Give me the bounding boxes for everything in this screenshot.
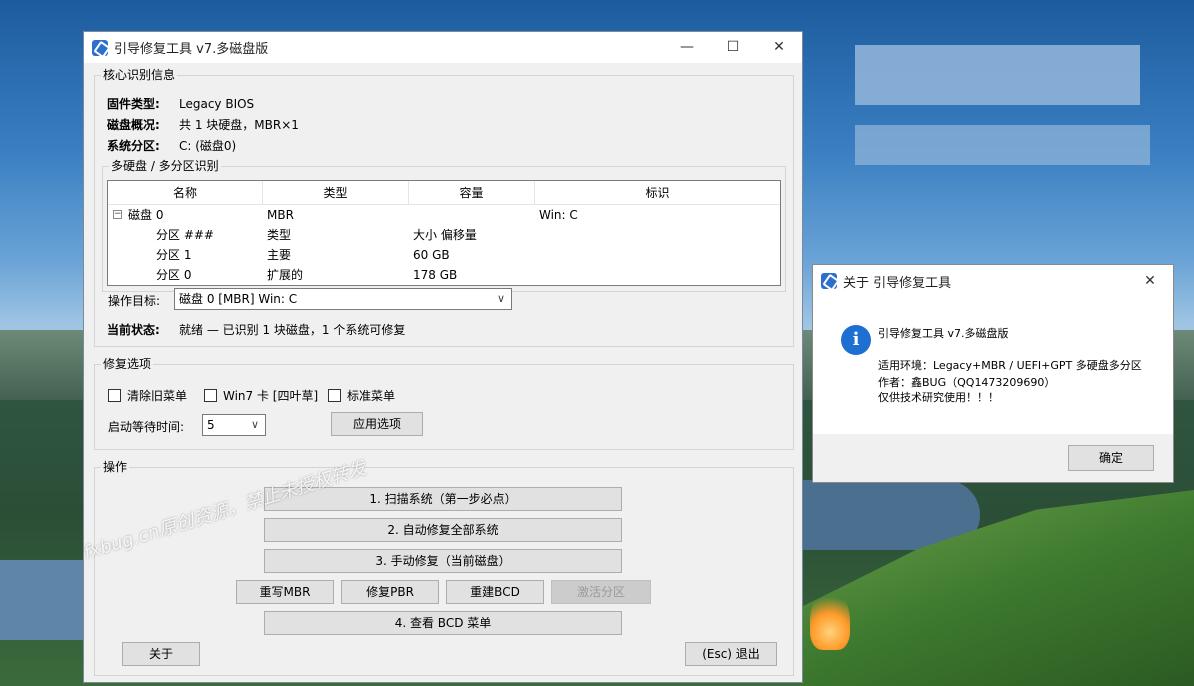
wrench-icon [92,39,108,56]
auto-repair-button[interactable]: 2. 自动修复全部系统 [264,518,622,542]
col-size[interactable]: 容量 [409,181,535,204]
checkbox-label: 清除旧菜单 [127,389,188,403]
row-name: 分区 0 [156,268,192,282]
about-body: i 引导修复工具 v7.多磁盘版 适用环境：Legacy+MBR / UEFI+… [813,297,1173,434]
checkbox-win7[interactable]: Win7 卡 [四叶草] [204,387,318,404]
maximize-button[interactable]: ☐ [710,32,756,63]
chevron-down-icon: ∨ [250,418,259,431]
main-window: 引导修复工具 v7.多磁盘版 — ☐ ✕ 核心识别信息 固件类型: Legacy … [83,31,803,683]
wait-select[interactable]: 5 ∨ [202,414,266,436]
system-value: C: (磁盘0) [179,139,237,153]
background-river [0,560,90,640]
close-button[interactable]: ✕ [756,32,802,63]
apply-options-button[interactable]: 应用选项 [331,412,423,436]
tree-row-disk0[interactable]: − 磁盘 0 MBR Win: C [108,205,780,225]
row-tag: Win: C [539,208,578,222]
rebuild-bcd-button[interactable]: 重建BCD [446,580,544,604]
checkbox-label: 标准菜单 [347,389,396,403]
tree-row-partition-header[interactable]: 分区 ### 类型 大小 偏移量 [108,225,780,245]
row-type: 主要 [267,248,292,262]
row-type: MBR [267,208,294,222]
about-line-env: 适用环境：Legacy+MBR / UEFI+GPT 多硬盘多分区 [878,359,1142,372]
status-label: 当前状态: [107,323,160,337]
target-label: 操作目标: [108,294,161,308]
firmware-value: Legacy BIOS [179,97,255,111]
row-type: 类型 [267,228,292,242]
checkbox-box[interactable] [204,389,217,402]
tree-row-partition-0[interactable]: 分区 0 扩展的 178 GB [108,265,780,285]
about-line-notice: 仅供技术研究使用！！！ [878,391,999,404]
row-size: 大小 偏移量 [413,228,477,242]
main-titlebar: 引导修复工具 v7.多磁盘版 — ☐ ✕ [84,32,802,63]
disk-label: 磁盘概况: [107,118,160,132]
exit-button[interactable]: (Esc) 退出 [685,642,777,666]
background-campfire [810,590,850,650]
disk-value: 共 1 块硬盘，MBR×1 [179,118,299,132]
row-name: 磁盘 0 [128,208,164,222]
pixelated-clock [855,45,1140,105]
firmware-row: 固件类型: Legacy BIOS [107,95,254,112]
about-footer: 确定 [813,434,1173,482]
row-type: 扩展的 [267,268,304,282]
about-title: 关于 引导修复工具 [843,275,952,291]
pixelated-date [855,125,1150,165]
row-name: 分区 ### [156,228,214,242]
firmware-label: 固件类型: [107,97,160,111]
row-name: 分区 1 [156,248,192,262]
col-name[interactable]: 名称 [108,181,263,204]
system-row: 系统分区: C: (磁盘0) [107,137,236,154]
manual-repair-button[interactable]: 3. 手动修复（当前磁盘） [264,549,622,573]
tree-row-partition-1[interactable]: 分区 1 主要 60 GB [108,245,780,265]
collapse-icon[interactable]: − [113,210,122,219]
repair-options-group: 修复选项 [94,357,794,450]
window-title: 引导修复工具 v7.多磁盘版 [114,42,269,57]
repair-options-group-label: 修复选项 [101,357,154,371]
tree-header: 名称 类型 容量 标识 [108,181,780,205]
target-select[interactable]: 磁盘 0 [MBR] Win: C ∨ [174,288,512,310]
checkbox-clear-old-menu[interactable]: 清除旧菜单 [108,387,187,404]
checkbox-box[interactable] [328,389,341,402]
disk-tree[interactable]: 名称 类型 容量 标识 − 磁盘 0 MBR Win: C 分区 ### 类型 … [107,180,781,286]
system-label: 系统分区: [107,139,160,153]
status-row: 当前状态: 就绪 — 已识别 1 块磁盘，1 个系统可修复 [107,321,405,338]
target-select-value: 磁盘 0 [MBR] Win: C [179,292,298,306]
checkbox-label: Win7 卡 [四叶草] [223,389,319,403]
ok-button[interactable]: 确定 [1068,445,1154,471]
activate-partition-button[interactable]: 激活分区 [551,580,651,604]
repair-pbr-button[interactable]: 修复PBR [341,580,439,604]
minimize-button[interactable]: — [664,32,710,63]
chevron-down-icon: ∨ [496,292,505,305]
rewrite-mbr-button[interactable]: 重写MBR [236,580,334,604]
about-line-author: 作者：鑫BUG（QQ1473209690） [878,376,1056,389]
core-info-group-label: 核心识别信息 [101,68,178,82]
about-close-button[interactable]: ✕ [1127,265,1173,297]
row-size: 60 GB [413,248,450,262]
wait-select-value: 5 [207,418,215,432]
col-type[interactable]: 类型 [263,181,409,204]
about-dialog: 关于 引导修复工具 ✕ i 引导修复工具 v7.多磁盘版 适用环境：Legacy… [812,264,1174,483]
disk-row: 磁盘概况: 共 1 块硬盘，MBR×1 [107,116,299,133]
about-button[interactable]: 关于 [122,642,200,666]
wait-label: 启动等待时间: [108,420,185,434]
view-bcd-button[interactable]: 4. 查看 BCD 菜单 [264,611,622,635]
col-tag[interactable]: 标识 [535,181,780,204]
row-size: 178 GB [413,268,458,282]
wrench-icon [821,273,837,289]
status-value: 就绪 — 已识别 1 块磁盘，1 个系统可修复 [179,323,406,337]
checkbox-box[interactable] [108,389,121,402]
multi-disk-group-label: 多硬盘 / 多分区识别 [109,159,221,173]
about-line-title: 引导修复工具 v7.多磁盘版 [878,327,1009,340]
about-titlebar: 关于 引导修复工具 ✕ [813,265,1173,297]
operations-group-label: 操作 [101,460,130,474]
checkbox-standard-menu[interactable]: 标准菜单 [328,387,395,404]
info-icon: i [841,325,871,355]
